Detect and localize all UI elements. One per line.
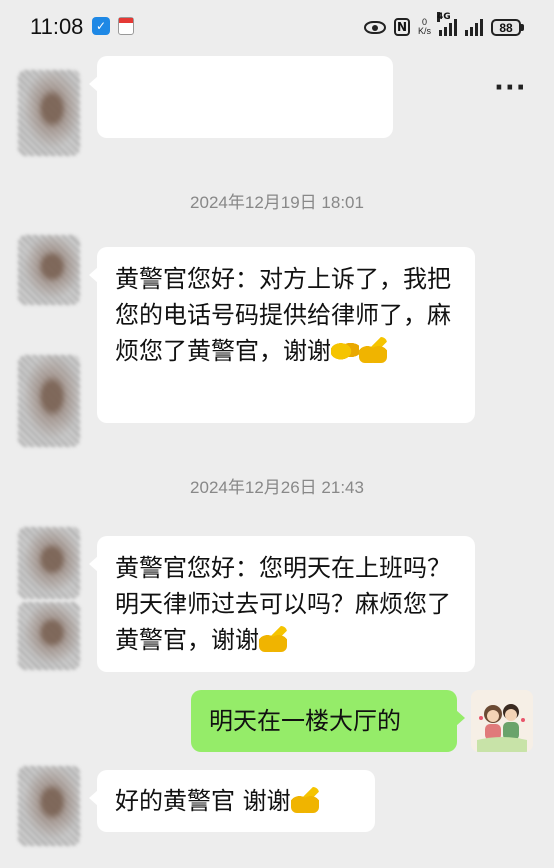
contact-avatar-blurred	[18, 602, 80, 670]
contact-avatar-blurred	[18, 355, 80, 447]
battery-icon: 88	[491, 18, 521, 36]
message-text: 明天在一楼大厅的	[209, 707, 401, 735]
self-avatar[interactable]	[471, 690, 533, 752]
app-notification-icon: ✓	[92, 17, 110, 35]
contact-avatar[interactable]	[18, 527, 80, 599]
message-bubble-incoming[interactable]: 黄警官您好：您明天在上班吗？明天律师过去可以吗？麻烦您了黄警官，谢谢	[89, 536, 475, 672]
battery-cap	[521, 23, 524, 31]
message-text: 黄警官您好：对方上诉了，我把您的电话号码提供给律师了，麻烦您了黄警官，谢谢	[115, 265, 451, 365]
status-time: 11:08	[30, 14, 84, 39]
contact-avatar[interactable]	[18, 70, 80, 156]
folded-hands-icon	[290, 787, 319, 813]
signal-icon	[465, 18, 483, 36]
signal-4g-icon: 4G	[437, 12, 457, 36]
message-bubble-partial	[89, 56, 393, 138]
message-text: 好的黄警官 谢谢	[115, 787, 291, 815]
message-bubble-incoming[interactable]: 好的黄警官 谢谢	[89, 770, 375, 832]
more-options-button[interactable]: ···	[494, 75, 527, 101]
status-bar: 11:08 ✓ N 0 K/s 4G 88	[0, 0, 554, 56]
nfc-icon: N	[393, 18, 410, 36]
message-bubble-outgoing[interactable]: 明天在一楼大厅的	[191, 690, 465, 752]
folded-hands-icon	[359, 337, 387, 363]
contact-avatar[interactable]	[18, 766, 80, 846]
net-speed: 0 K/s	[418, 18, 431, 36]
contact-avatar[interactable]	[18, 235, 80, 305]
network-type: 4G	[437, 12, 451, 22]
folded-hands-icon	[259, 626, 287, 652]
timestamp: 2024年12月26日 21:43	[190, 478, 364, 497]
eye-icon	[363, 20, 386, 34]
calendar-notification-icon	[118, 17, 134, 35]
net-speed-unit: K/s	[417, 26, 431, 36]
cartoon-couple-icon	[471, 690, 533, 752]
status-icons: N 0 K/s 4G 88	[363, 12, 524, 42]
handshake-icon	[331, 337, 359, 363]
timestamp: 2024年12月19日 18:01	[190, 193, 364, 212]
message-bubble-incoming[interactable]: 黄警官您好：对方上诉了，我把您的电话号码提供给律师了，麻烦您了黄警官，谢谢	[89, 247, 475, 423]
